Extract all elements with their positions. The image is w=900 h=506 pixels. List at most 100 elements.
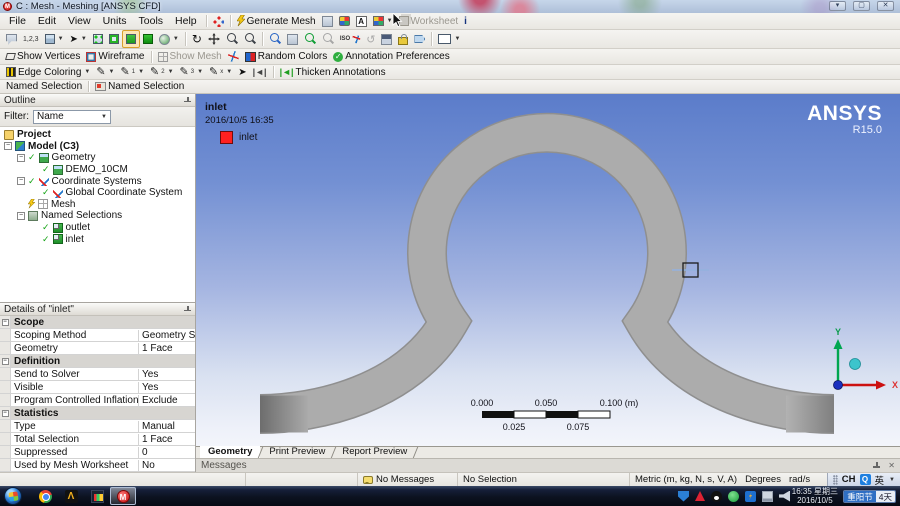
details-row[interactable]: Scoping MethodGeometry Selection — [0, 329, 195, 342]
pipe-end-right[interactable] — [786, 395, 834, 433]
viewports-button[interactable] — [378, 30, 395, 48]
worksheet-button[interactable]: Worksheet — [396, 13, 462, 29]
tab-geometry[interactable]: Geometry — [200, 446, 261, 458]
expander-icon[interactable]: − — [17, 153, 25, 162]
details-row[interactable]: Program Controlled Inflation Exclude — [0, 394, 195, 407]
details-row[interactable]: Geometry 1 Face — [0, 342, 195, 355]
close-button[interactable]: ✕ — [877, 1, 894, 11]
maximize-button[interactable]: ▢ — [853, 1, 870, 11]
rescale-annotation-button[interactable]: ▼ — [435, 30, 463, 48]
face-filter-button[interactable] — [121, 30, 140, 48]
expander-icon[interactable]: − — [4, 142, 12, 151]
tags-button[interactable] — [411, 30, 428, 48]
tree-item-mesh[interactable]: Mesh — [0, 199, 195, 211]
lang-indicator[interactable]: CH — [842, 474, 856, 485]
zoom-button[interactable] — [223, 30, 241, 48]
thicken-annotations-button[interactable]: |◄| Thicken Annotations — [277, 65, 389, 79]
details-section-definition[interactable]: − Definition — [0, 355, 195, 368]
menu-view[interactable]: View — [62, 15, 97, 27]
tree-item-inlet[interactable]: ✓ inlet — [0, 233, 195, 245]
dropdown-arrow-icon[interactable]: ▼ — [387, 18, 393, 24]
antivirus-icon[interactable] — [728, 490, 739, 502]
edge-direction-3-button[interactable]: ✎ 2 ▼ — [147, 65, 177, 79]
zoom-fit-button[interactable] — [301, 30, 319, 48]
section-plane-button[interactable] — [319, 13, 336, 29]
edge-filter-button[interactable] — [106, 30, 122, 48]
wireframe-button[interactable]: Wireframe — [83, 49, 147, 64]
taskbar-meshing-active[interactable]: M — [110, 487, 136, 505]
close-messages-icon[interactable]: ✕ — [888, 461, 895, 470]
tree-item-outlet[interactable]: ✓ outlet — [0, 222, 195, 234]
zoom-window-button[interactable] — [284, 30, 301, 48]
pin-icon[interactable] — [184, 305, 191, 313]
solve-process-button[interactable] — [210, 13, 227, 29]
taskbar-ansys[interactable]: Λ — [58, 487, 84, 505]
tab-print-preview[interactable]: Print Preview — [261, 446, 333, 458]
select-mode-button[interactable]: ▼ — [42, 30, 67, 48]
zoom-in-button[interactable] — [241, 30, 259, 48]
status-units[interactable]: Metric (m, kg, N, s, V, A) Degrees rad/s — [630, 473, 815, 486]
tree-item-model[interactable]: − Model (C3) — [0, 141, 195, 153]
grip-icon[interactable] — [832, 474, 838, 485]
rotate-button[interactable]: ↻ — [189, 30, 205, 48]
title-bar[interactable]: M C : Mesh - Meshing [ANSYS CFD] ▾ ▢ ✕ — [0, 0, 900, 13]
vertex-filter-button[interactable] — [90, 30, 106, 48]
tree-item-global-cs[interactable]: ✓ Global Coordinate System — [0, 187, 195, 199]
details-row[interactable]: Type Manual — [0, 420, 195, 433]
graphics-viewport[interactable]: 0.000 0.050 0.100 (m) 0.025 0.075 Y X in… — [196, 94, 900, 446]
menu-tools[interactable]: Tools — [133, 15, 170, 27]
model-canvas[interactable]: 0.000 0.050 0.100 (m) 0.025 0.075 Y X — [196, 94, 900, 446]
pan-button[interactable] — [205, 30, 223, 48]
tree-item-demo10cm[interactable]: ✓ DEMO_10CM — [0, 164, 195, 176]
triad-toggle-button[interactable] — [225, 49, 242, 64]
details-row[interactable]: Suppressed 0 — [0, 446, 195, 459]
random-colors-button[interactable]: Random Colors — [242, 49, 330, 64]
edge-direction-2-button[interactable]: ✎ 1 ▼ — [118, 65, 148, 79]
details-row[interactable]: Send to Solver Yes — [0, 368, 195, 381]
annotation-preferences-button[interactable]: ✓ Annotation Preferences — [330, 49, 453, 64]
expander-icon[interactable]: − — [17, 177, 25, 186]
pipe-geometry[interactable] — [259, 112, 835, 434]
calendar-badge[interactable]: 重阳节 4天 — [843, 489, 896, 503]
taskbar-chrome[interactable] — [32, 487, 58, 505]
details-section-scope[interactable]: − Scope — [0, 316, 195, 329]
pin-icon[interactable] — [184, 96, 191, 104]
details-row[interactable]: Total Selection 1 Face — [0, 433, 195, 446]
image-capture-button[interactable]: ▼ — [370, 13, 396, 29]
manage-views-button[interactable] — [395, 30, 411, 48]
body-filter-button[interactable] — [140, 30, 156, 48]
edge-direction-arrow-button[interactable]: ➤ — [235, 65, 249, 79]
edges-by-connection-button[interactable]: |◄| — [250, 65, 270, 79]
status-messages[interactable]: No Messages — [358, 473, 458, 486]
security-shield-icon[interactable] — [678, 490, 689, 502]
ime-icon[interactable]: Q — [859, 474, 871, 485]
orientation-triad[interactable]: Y X — [833, 327, 899, 390]
pipe-end-left[interactable] — [260, 395, 308, 433]
show-vertices-button[interactable]: Show Vertices — [3, 49, 83, 64]
lang-options-icon[interactable]: ▼ — [889, 477, 895, 483]
extend-selection-button[interactable]: ▼ — [156, 30, 182, 48]
show-mesh-button[interactable]: Show Mesh — [155, 49, 225, 64]
lang-cn-indicator[interactable]: 英 — [875, 473, 885, 487]
edge-direction-4-button[interactable]: ✎ 3 ▼ — [177, 65, 207, 79]
pin-icon[interactable] — [873, 462, 881, 469]
filter-select[interactable]: Name ▼ — [33, 109, 111, 124]
select-by-id-button[interactable]: 1,2,3 — [20, 30, 42, 48]
menu-file[interactable]: File — [3, 15, 32, 27]
details-section-statistics[interactable]: − Statistics — [0, 407, 195, 420]
tree-item-project[interactable]: Project — [0, 129, 195, 141]
show-info-button[interactable]: i — [461, 13, 470, 29]
tree-item-geometry[interactable]: − ✓ Geometry — [0, 152, 195, 164]
tree-item-coordinate-systems[interactable]: − ✓ Coordinate Systems — [0, 175, 195, 187]
box-zoom-button[interactable] — [266, 30, 284, 48]
tree-item-named-selections[interactable]: − Named Selections — [0, 210, 195, 222]
edge-direction-1-button[interactable]: ✎ ▼ — [93, 65, 117, 79]
start-button[interactable] — [4, 487, 22, 505]
network-icon[interactable] — [762, 490, 773, 502]
tray-triangle-icon[interactable] — [695, 491, 705, 501]
language-bar[interactable]: CH Q 英 ▼ — [826, 473, 900, 487]
cursor-mode-button[interactable]: ➤ ▼ — [67, 30, 90, 48]
menu-help[interactable]: Help — [169, 15, 203, 27]
label-select-button[interactable] — [3, 30, 20, 48]
expander-icon[interactable]: − — [17, 211, 25, 220]
